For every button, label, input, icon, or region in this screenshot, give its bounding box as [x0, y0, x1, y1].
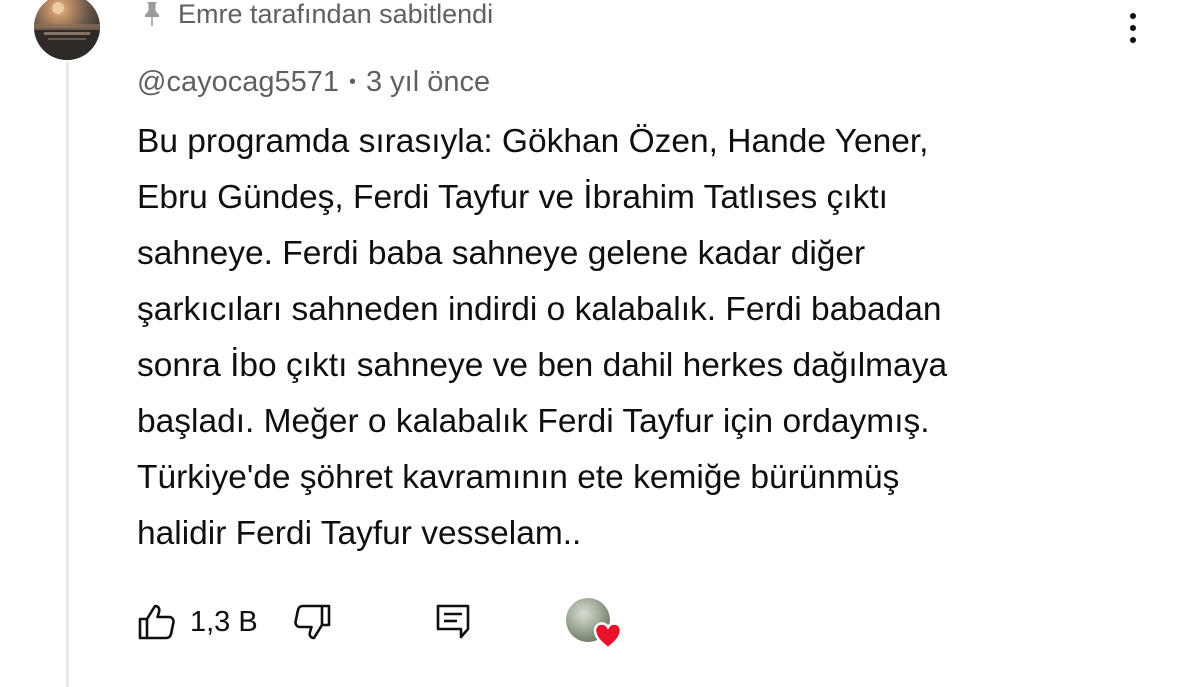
dislike-button[interactable]: [289, 596, 335, 648]
more-vertical-icon-dot: [1130, 37, 1136, 43]
comment-meta: @cayocag5571 • 3 yıl önce: [137, 62, 490, 102]
comment-line: Bu programda sırasıyla: Gökhan Özen, Han…: [137, 123, 929, 160]
comment-line: şarkıcıları sahneden indirdi o kalabalık…: [137, 291, 942, 328]
comment-author[interactable]: @cayocag5571: [137, 66, 339, 99]
author-avatar[interactable]: [34, 0, 100, 60]
pin-icon: [140, 0, 164, 29]
comment-line: Ebru Gündeş, Ferdi Tayfur ve İbrahim Tat…: [137, 179, 888, 216]
like-button[interactable]: [134, 596, 180, 648]
comment-line: başladı. Meğer o kalabalık Ferdi Tayfur …: [137, 403, 930, 440]
reply-comment-icon: [436, 604, 470, 639]
reply-button[interactable]: [430, 596, 476, 648]
comment-line: sonra İbo çıktı sahneye ve ben dahil her…: [137, 347, 948, 384]
avatar-image: [34, 2, 100, 60]
comment-line: Türkiye'de şöhret kavramının ete kemiğe …: [137, 459, 900, 496]
like-count: 1,3 B: [190, 606, 258, 638]
more-options-button[interactable]: [1118, 8, 1148, 48]
pinned-label: Emre tarafından sabitlendi: [140, 0, 493, 32]
comment-line: sahneye. Ferdi baba sahneye gelene kadar…: [137, 235, 866, 272]
heart-icon: [593, 622, 623, 650]
comment-line: halidir Ferdi Tayfur vesselam..: [137, 515, 582, 552]
more-vertical-icon-dot: [1130, 25, 1136, 31]
creator-heart-badge: [566, 598, 626, 654]
comment-body: Bu programda sırasıyla: Gökhan Özen, Han…: [137, 114, 1167, 562]
thread-line: [66, 62, 69, 687]
meta-separator: •: [348, 70, 356, 93]
thumbs-up-icon: [138, 604, 175, 640]
thumbs-down-icon: [294, 604, 331, 640]
more-vertical-icon: [1130, 13, 1136, 19]
comment-time[interactable]: 3 yıl önce: [366, 66, 490, 99]
comment-actions: 1,3 B: [134, 596, 654, 650]
pinned-text: Emre tarafından sabitlendi: [178, 0, 494, 29]
